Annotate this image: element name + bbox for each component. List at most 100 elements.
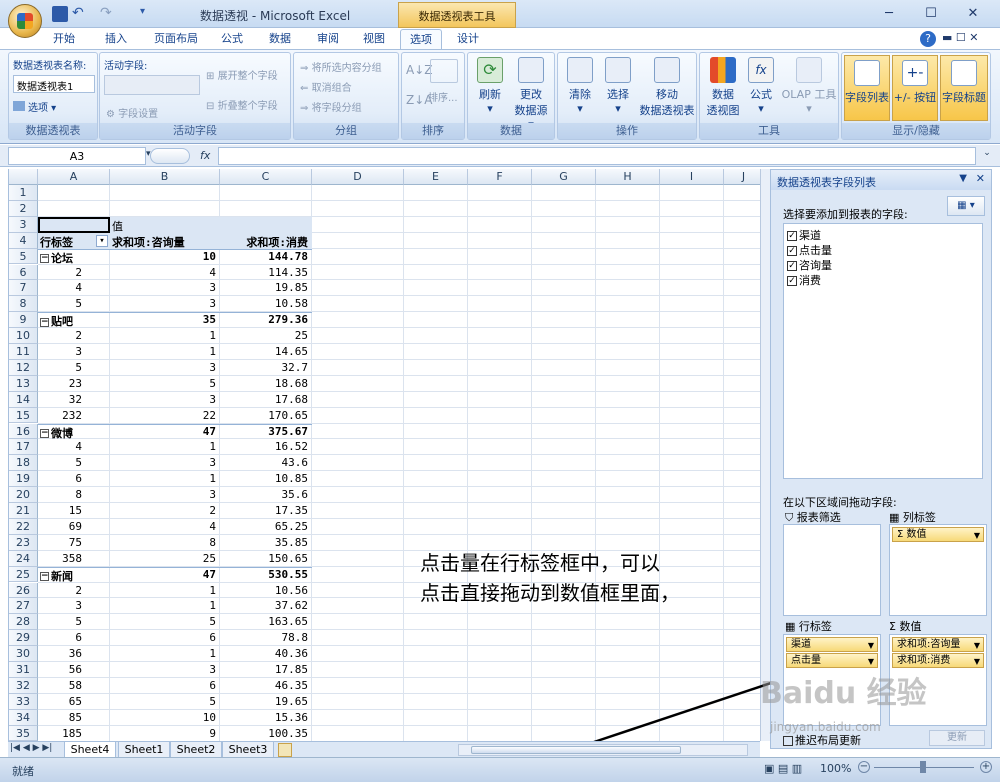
select-button[interactable]: 选择 ▾ [600,57,636,115]
pivot-row-label[interactable]: 358 [38,552,82,567]
cell-inquiries[interactable]: 1 [112,345,216,360]
layout-toggle-icon[interactable]: ▦ ▾ [947,196,985,216]
tab-view[interactable]: 视图 [354,29,394,49]
office-button[interactable] [8,4,42,38]
pivot-row-label[interactable]: 36 [38,647,82,662]
select-all-corner[interactable] [9,169,38,185]
row-header[interactable]: 9 [9,312,38,329]
row-header[interactable]: 35 [9,725,38,741]
row-header[interactable]: 1 [9,185,38,201]
column-header-h[interactable]: H [596,169,660,185]
cell-inquiries[interactable]: 2 [112,504,216,519]
row-header[interactable]: 7 [9,280,38,297]
cell-inquiries[interactable]: 1 [112,647,216,662]
field-list-button[interactable]: 字段列表 [844,55,890,121]
pivot-row-label[interactable]: 2 [38,584,82,599]
column-header-i[interactable]: I [660,169,724,185]
row-chip-clicks[interactable]: 点击量 ▼ [786,653,878,668]
cell-inquiries[interactable]: 5 [112,695,216,710]
pivot-row-label[interactable]: 5 [38,361,82,376]
pivot-row-label[interactable]: 5 [38,297,82,312]
row-header[interactable]: 23 [9,534,38,551]
tab-data[interactable]: 数据 [260,29,300,49]
minimize-button[interactable]: ─ [880,5,898,23]
worksheet-grid[interactable]: ABCDEFGHIJ 1 2 3 值 4 行标签 ▾ 求和项:咨询量 求和项:消费 5− 论坛 10 1… [8,169,760,741]
cell-spend[interactable]: 65.25 [222,520,308,535]
row-header[interactable]: 18 [9,455,38,472]
cell-inquiries[interactable]: 1 [112,599,216,614]
collapse-group-icon[interactable]: − [40,572,49,582]
pivot-row-label[interactable]: 32 [38,393,82,408]
pivot-row-label[interactable]: 3 [38,345,82,360]
cell-inquiries[interactable]: 10 [112,250,216,265]
formulas-button[interactable]: fx 公式 ▾ [744,57,778,115]
row-header[interactable]: 13 [9,375,38,392]
column-header-f[interactable]: F [468,169,532,185]
field-checkbox-icon[interactable]: ✓ [787,246,797,256]
cell-spend[interactable]: 17.68 [222,393,308,408]
defer-update-checkbox[interactable]: 推迟布局更新 [783,732,861,748]
row-header[interactable]: 21 [9,503,38,519]
row-header[interactable]: 10 [9,328,38,344]
field-checkbox-icon[interactable]: ✓ [787,261,797,271]
tab-page-layout[interactable]: 页面布局 [144,29,208,49]
cell-inquiries[interactable]: 9 [112,727,216,741]
column-header-j[interactable]: J [724,169,760,185]
cell-inquiries[interactable]: 1 [112,472,216,487]
active-cell-a3[interactable] [38,217,110,233]
cell-inquiries[interactable]: 10 [112,711,216,726]
pivot-row-label[interactable]: 5 [38,456,82,471]
plus-minus-buttons-button[interactable]: +- +/- 按钮 [892,55,938,121]
cell-spend[interactable]: 17.85 [222,663,308,678]
row-header[interactable]: 17 [9,439,38,456]
view-mode-icons[interactable]: ▣ ▤ ▥ [764,762,802,775]
cell-spend[interactable]: 35.6 [222,488,309,503]
row-header[interactable]: 2 [9,200,38,217]
cell-inquiries[interactable]: 3 [112,488,216,503]
pivot-row-label[interactable]: 85 [38,711,82,726]
pivot-row-label[interactable]: 6 [38,472,82,487]
save-icon[interactable] [52,6,68,22]
vertical-scrollbar[interactable] [760,169,770,741]
field-headers-button[interactable]: 字段标题 [940,55,988,121]
cell-spend[interactable] [222,202,308,217]
cell-inquiries[interactable]: 6 [112,631,216,646]
pivot-row-label[interactable]: 185 [38,727,82,741]
cell-spend[interactable]: 375.67 [222,425,308,440]
collapse-group-icon[interactable]: − [40,317,49,327]
cell-inquiries[interactable]: 47 [112,425,216,440]
move-pivot-button[interactable]: 移动 数据透视表 [638,57,696,118]
cell-spend[interactable]: 100.35 [222,727,308,741]
fx-icon[interactable]: fx [200,149,210,162]
collapse-field-button[interactable]: ⊟ 折叠整个字段 [206,97,278,112]
pivot-row-label[interactable]: 5 [38,615,82,630]
undo-icon[interactable]: ↶ [72,6,88,22]
expand-field-button[interactable]: ⊞ 展开整个字段 [206,67,278,82]
cell-inquiries[interactable]: 22 [112,409,216,424]
zoom-slider-thumb[interactable] [920,761,926,773]
cell-inquiries[interactable]: 3 [112,456,216,471]
pivot-row-label[interactable]: 23 [38,377,82,392]
value-chip-inquiries[interactable]: 求和项:咨询量 ▼ [892,637,984,652]
cell-spend[interactable]: 10.85 [222,472,308,487]
horizontal-scroll-thumb[interactable] [471,746,681,754]
row-header[interactable]: 32 [9,677,38,694]
cell-spend[interactable]: 37.62 [222,599,308,614]
sheet-tab[interactable]: Sheet4 [64,742,116,758]
redo-icon[interactable]: ↷ [100,6,116,22]
cell-inquiries[interactable]: 35 [112,313,216,328]
field-checkbox-icon[interactable]: ✓ [787,231,797,241]
cell-inquiries[interactable]: 1 [112,584,216,599]
tab-home[interactable]: 开始 [44,29,84,49]
column-header-d[interactable]: D [312,169,404,185]
sort-az-icon[interactable]: A↓Z [406,63,432,77]
zoom-in-icon[interactable]: + [980,761,992,773]
cell-inquiries[interactable]: 4 [112,266,216,281]
cell-spend[interactable]: 10.56 [222,584,308,599]
update-button[interactable]: 更新 [929,730,985,746]
column-header-e[interactable]: E [404,169,468,185]
cell-inquiries[interactable]: 4 [112,520,216,535]
row-header[interactable]: 11 [9,344,38,360]
column-header-a[interactable]: A [38,169,110,185]
cell-inquiries[interactable]: 8 [112,536,216,551]
